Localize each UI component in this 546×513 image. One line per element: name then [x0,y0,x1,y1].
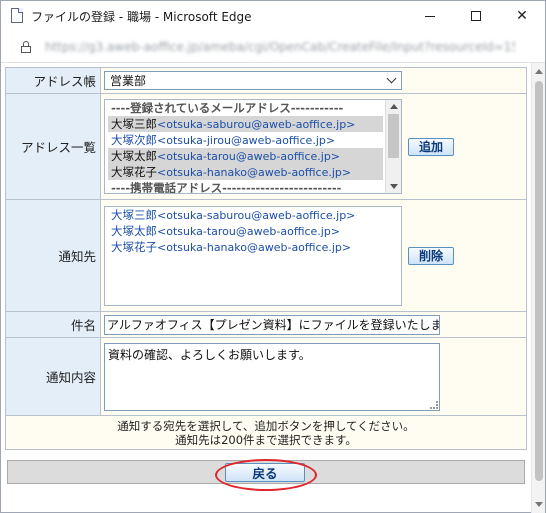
minimize-icon [425,15,435,17]
recipient-item[interactable]: 大塚三郎<otsuka-saburou@aweb-aoffice.jp> [108,207,398,223]
page-scrollbar[interactable] [531,63,545,513]
page-scroll-down-icon[interactable] [535,502,543,507]
address-list-separator[interactable]: ----携帯電話アドレス------------------------- [108,180,383,193]
window-title: ファイルの登録 - 職場 - Microsoft Edge [31,9,252,24]
recipient-item-name: 大塚三郎 [111,207,157,222]
url-text[interactable]: https://g3.aweb-aoffice.jp/ameba/cgi/Ope… [45,40,515,54]
message-text: 資料の確認、よろしくお願いします。 [108,347,311,362]
recipient-item-email: <otsuka-saburou@aweb-aoffice.jp> [157,208,356,222]
address-list-separator[interactable]: ----登録されているメールアドレス----------- [108,100,383,116]
recipient-item-name: 大塚花子 [111,239,157,254]
address-list-box[interactable]: ----登録されているメールアドレス----------- 大塚三郎<otsuka… [104,99,402,194]
close-icon: ✕ [516,8,528,24]
address-book-cell: 営業部 [100,67,527,94]
message-label: 通知内容 [5,337,101,416]
subject-label: 件名 [5,311,101,338]
window-controls: ✕ [407,1,545,31]
instruction-note: 通知する宛先を選択して、追加ボタンを押してください。 通知先は200件まで選択で… [5,415,527,450]
address-list-item-name: 大塚太郎 [111,149,157,163]
page-scroll-up-icon[interactable] [535,69,543,74]
message-textarea[interactable]: 資料の確認、よろしくお願いします。 [104,342,440,411]
address-list-item[interactable]: 大塚花子<otsuka-hanako@aweb-aoffice.jp> [108,164,383,180]
title-bar: ファイルの登録 - 職場 - Microsoft Edge ✕ [1,1,545,31]
recipient-item[interactable]: 大塚花子<otsuka-hanako@aweb-aoffice.jp> [108,239,398,255]
close-button[interactable]: ✕ [499,1,545,31]
address-list-item-name: 大塚花子 [111,165,157,179]
address-list-scrollbar[interactable] [385,100,401,193]
address-list-item-email: <otsuka-saburou@aweb-aoffice.jp> [157,118,356,131]
recipients-label: 通知先 [5,199,101,312]
recipient-item-email: <otsuka-hanako@aweb-aoffice.jp> [157,240,352,254]
remove-button[interactable]: 削除 [408,246,455,265]
address-list-label: アドレス一覧 [5,93,101,200]
scroll-thumb[interactable] [388,114,399,158]
address-list-item-email: <otsuka-jirou@aweb-aoffice.jp> [157,134,336,147]
resize-grip-icon[interactable] [430,400,438,409]
register-form: アドレス帳 営業部 アドレス一覧 ----登録されているメールアドレス-----… [5,67,527,450]
address-list-item[interactable]: 大塚太郎<otsuka-tarou@aweb-aoffice.jp> [108,148,383,164]
note-line-2: 通知先は200件まで選択できます。 [175,432,357,447]
recipients-list-box[interactable]: 大塚三郎<otsuka-saburou@aweb-aoffice.jp> 大塚太郎… [104,205,402,306]
scroll-down-icon[interactable] [390,184,398,189]
recipient-item-email: <otsuka-tarou@aweb-aoffice.jp> [157,224,341,238]
recipient-item-name: 大塚太郎 [111,223,157,238]
subject-input[interactable]: アルファオフィス【プレゼン資料】にファイルを登録いたしました [104,314,440,335]
note-line-1: 通知する宛先を選択して、追加ボタンを押してください。 [117,418,415,433]
browser-window: ファイルの登録 - 職場 - Microsoft Edge ✕ https://… [0,0,546,513]
address-list-cell: ----登録されているメールアドレス----------- 大塚三郎<otsuka… [100,93,527,200]
address-book-selected: 営業部 [110,74,147,88]
address-list-item[interactable]: 大塚次郎<otsuka-jirou@aweb-aoffice.jp> [108,132,383,148]
chevron-down-icon [386,73,397,84]
highlight-ellipse [215,459,317,491]
minimize-button[interactable] [407,1,453,31]
recipients-cell: 大塚三郎<otsuka-saburou@aweb-aoffice.jp> 大塚太郎… [100,199,527,312]
page-content: アドレス帳 営業部 アドレス一覧 ----登録されているメールアドレス-----… [5,67,531,513]
address-book-label: アドレス帳 [5,67,101,94]
address-list-item-name: 大塚次郎 [111,133,157,147]
scroll-up-icon[interactable] [390,104,398,109]
maximize-button[interactable] [453,1,499,31]
page-scroll-thumb[interactable] [535,81,543,481]
message-cell: 資料の確認、よろしくお願いします。 [100,337,527,416]
address-bar[interactable]: https://g3.aweb-aoffice.jp/ameba/cgi/Ope… [1,31,545,63]
page-icon [9,8,25,24]
lock-icon [21,40,31,53]
maximize-icon [471,11,481,21]
add-button[interactable]: 追加 [408,137,455,156]
address-list-item-email: <otsuka-hanako@aweb-aoffice.jp> [157,166,352,179]
subject-cell: アルファオフィス【プレゼン資料】にファイルを登録いたしました [100,311,527,338]
address-list-item[interactable]: 大塚三郎<otsuka-saburou@aweb-aoffice.jp> [108,116,383,132]
recipient-item[interactable]: 大塚太郎<otsuka-tarou@aweb-aoffice.jp> [108,223,398,239]
address-list-item-email: <otsuka-tarou@aweb-aoffice.jp> [157,150,341,163]
address-book-select[interactable]: 営業部 [104,71,402,90]
address-list-item-name: 大塚三郎 [111,117,157,131]
